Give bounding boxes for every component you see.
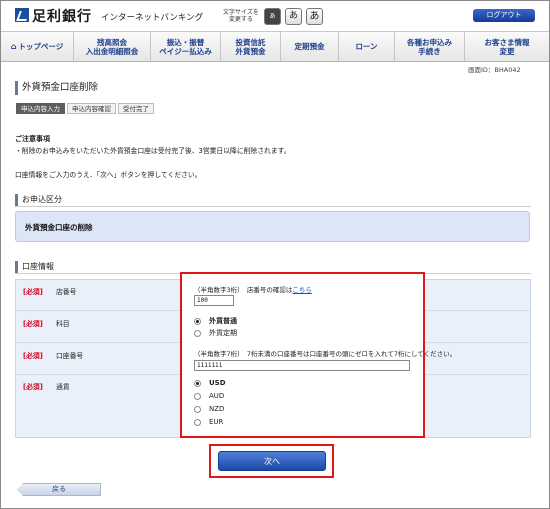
currency-row-label: [必須] 通貨 (16, 381, 196, 391)
required-badge: [必須] (23, 288, 43, 296)
currency-option-usd[interactable]: USD (194, 379, 226, 387)
font-size-medium-button[interactable]: あ (285, 8, 302, 25)
nav-time-deposit[interactable]: 定期預金 (281, 32, 339, 61)
currency-label: 通貨 (56, 383, 70, 391)
radio-unchecked-icon (194, 329, 201, 337)
step-confirm: 申込内容確認 (67, 103, 116, 114)
radio-checked-icon (194, 317, 201, 325)
currency-option-aud[interactable]: AUD (194, 392, 224, 400)
service-name: インターネットバンキング (101, 13, 204, 23)
currency-option-eur[interactable]: EUR (194, 418, 223, 426)
back-button[interactable]: 戻る (17, 483, 101, 496)
currency-option-nzd[interactable]: NZD (194, 405, 224, 413)
input-highlight-box: （半角数字3桁） 店番号の確認はこちら 100 外貨普通 外貨定期 （半角数字7… (180, 272, 456, 438)
application-type-box: 外貨預金口座の削除 (15, 211, 530, 242)
account-number-hint: （半角数字7桁） 7桁未満の口座番号は口座番号の頭にゼロを入れて7桁にしてくださ… (194, 350, 457, 358)
bank-logo-icon (15, 8, 29, 22)
currency-option-label: NZD (209, 405, 225, 413)
subject-option-ordinary[interactable]: 外貨普通 (194, 316, 237, 326)
step-input: 申込内容入力 (16, 103, 65, 114)
branch-number-input[interactable]: 100 (194, 295, 234, 306)
nav-investment[interactable]: 投資信託 外貨預金 (221, 32, 281, 61)
screen-id: 画面ID：BHA042 (468, 66, 521, 74)
nav-label: トップページ (18, 42, 64, 51)
branch-lookup-link[interactable]: こちら (292, 286, 312, 294)
nav-customer-info[interactable]: お客さま情報 変更 (465, 32, 549, 61)
nav-loan[interactable]: ローン (339, 32, 395, 61)
radio-unchecked-icon (194, 405, 201, 413)
progress-steps: 申込内容入力 申込内容確認 受付完了 (16, 103, 156, 114)
application-section-title: お申込区分 (15, 194, 62, 206)
nav-transfer[interactable]: 振込・振替 ペイジー払込み (151, 32, 221, 61)
subject-row-label: [必須] 科目 (16, 318, 196, 328)
bank-name: 足利銀行 (32, 9, 92, 25)
account-section-title: 口座情報 (15, 261, 54, 273)
font-size-label-line1: 文字サイズを (223, 9, 259, 16)
instruction-text: 口座情報をご入力のうえ、「次へ」ボタンを押してください。 (15, 171, 202, 179)
currency-option-label: USD (209, 379, 226, 387)
branch-label: 店番号 (56, 288, 77, 296)
subject-option-label: 外貨普通 (209, 317, 237, 325)
nav-balance[interactable]: 残高照会 入出金明細照会 (74, 32, 151, 61)
page-title: 外貨預金口座削除 (15, 81, 98, 95)
font-size-small-button[interactable]: あ (264, 8, 281, 25)
font-size-label-line2: 変更する (228, 16, 253, 23)
account-number-row-label: [必須] 口座番号 (16, 350, 196, 360)
subject-label: 科目 (56, 320, 70, 328)
notes-body: ・削除のお申込みをいただいた外貨預金口座は受付完了後、3営業日以降に削除されます… (15, 147, 291, 155)
radio-checked-icon (194, 379, 201, 387)
account-number-input[interactable]: 1111111 (194, 360, 410, 371)
account-number-label: 口座番号 (56, 352, 84, 360)
currency-option-label: EUR (209, 418, 224, 426)
branch-row-label: [必須] 店番号 (16, 286, 196, 296)
required-badge: [必須] (23, 352, 43, 360)
nav-top-page[interactable]: ⌂ トップページ (1, 32, 74, 61)
nav-applications[interactable]: 各種お申込み 手続き (395, 32, 465, 61)
required-badge: [必須] (23, 320, 43, 328)
subject-option-time[interactable]: 外貨定期 (194, 328, 237, 338)
global-nav: ⌂ トップページ 残高照会 入出金明細照会 振込・振替 ペイジー払込み 投資信託… (1, 31, 549, 62)
subject-option-label: 外貨定期 (209, 329, 237, 337)
header: 足利銀行 インターネットバンキング 文字サイズを 変更する あ あ あ ログアウ… (1, 1, 549, 31)
branch-hint-text: （半角数字3桁） 店番号の確認は (194, 286, 293, 294)
currency-option-label: AUD (209, 392, 225, 400)
application-type-value: 外貨預金口座の削除 (25, 223, 93, 232)
font-size-large-button[interactable]: あ (306, 8, 323, 25)
home-icon: ⌂ (10, 42, 17, 51)
branch-hint: （半角数字3桁） 店番号の確認はこちら (194, 284, 312, 294)
next-button[interactable]: 次へ (218, 451, 326, 471)
radio-unchecked-icon (194, 418, 201, 426)
radio-unchecked-icon (194, 392, 201, 400)
divider (15, 206, 531, 207)
required-badge: [必須] (23, 383, 43, 391)
step-complete: 受付完了 (118, 103, 154, 114)
font-size-label: 文字サイズを 変更する (223, 9, 259, 23)
logout-button[interactable]: ログアウト (473, 9, 535, 22)
notes-title: ご注意事項 (15, 135, 50, 143)
